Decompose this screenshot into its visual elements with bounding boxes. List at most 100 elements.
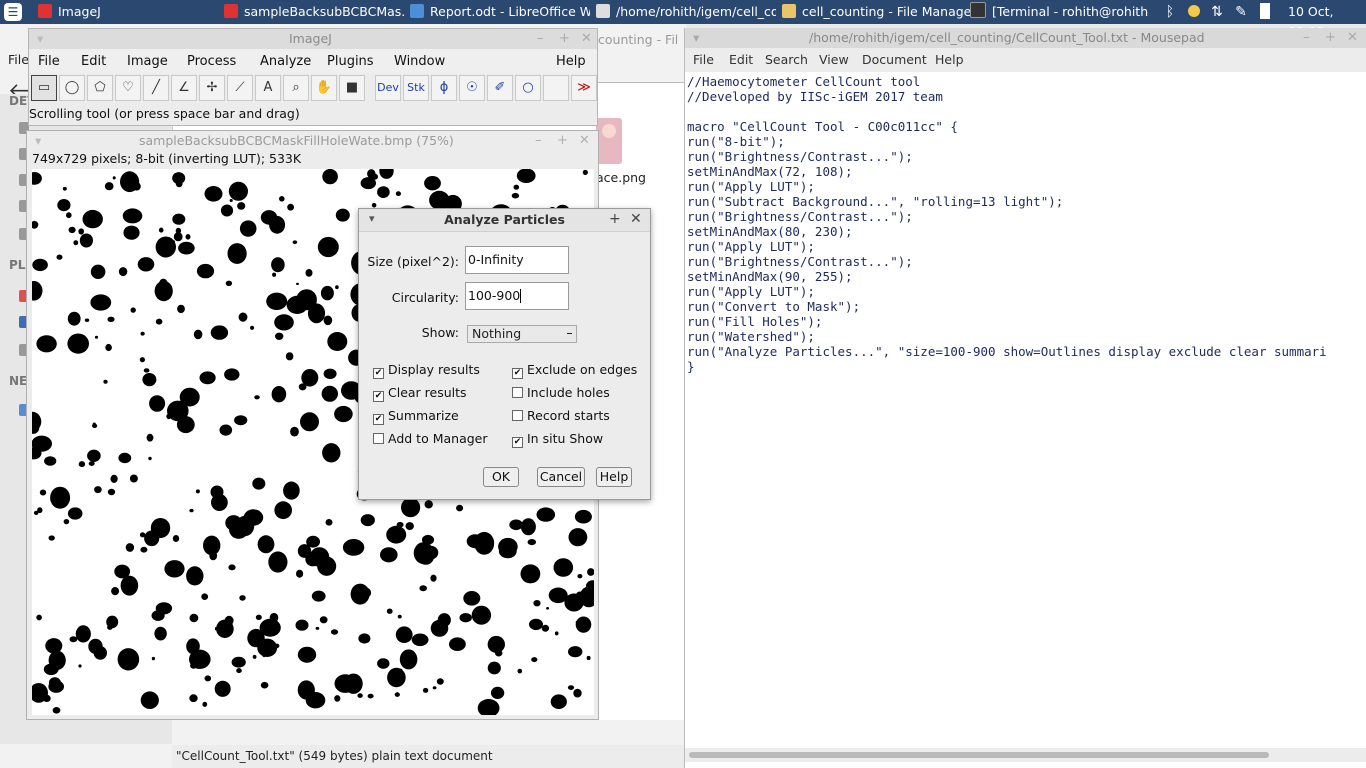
menu-document[interactable]: Document (862, 52, 927, 67)
flood-fill-tool-icon[interactable]: ☉ (459, 75, 485, 101)
battery-icon[interactable] (1258, 3, 1272, 21)
code-line[interactable]: run("Apply LUT"); (687, 179, 1366, 194)
window-menu-icon[interactable]: ▾ (35, 131, 41, 151)
code-line[interactable]: //Developed by IISc-iGEM 2017 team (687, 89, 1366, 104)
ij-menu-plugins[interactable]: Plugins (327, 54, 374, 69)
code-line[interactable] (687, 104, 1366, 119)
polygon-tool-icon[interactable]: ⬠ (87, 75, 113, 101)
checkbox-checked-icon[interactable]: ✔ (512, 437, 523, 448)
close-icon[interactable]: ✕ (630, 211, 642, 227)
freehand-tool-icon[interactable]: ♡ (115, 75, 141, 101)
text-tool-icon[interactable]: A (255, 75, 281, 101)
ij-menu-edit[interactable]: Edit (81, 54, 106, 69)
maximize-icon[interactable]: + (1325, 28, 1336, 48)
line-tool-icon[interactable]: ╱ (143, 75, 169, 101)
file-manager-menu-file[interactable]: File (8, 52, 29, 67)
checkbox-checked-icon[interactable]: ✔ (512, 368, 523, 379)
color-picker-icon[interactable]: ■ (339, 75, 365, 101)
rectangle-tool-icon[interactable]: ▭ (31, 75, 57, 101)
checkbox-icon[interactable] (512, 410, 523, 421)
minimize-icon[interactable]: – (1303, 28, 1310, 48)
option-add-to-manager[interactable]: Add to Manager (373, 431, 488, 446)
help-button[interactable]: Help (596, 467, 632, 487)
ij-menu-analyze[interactable]: Analyze (260, 54, 311, 69)
maximize-icon[interactable]: + (609, 211, 621, 227)
code-line[interactable]: setMinAndMax(80, 230); (687, 224, 1366, 239)
maximize-icon[interactable]: + (557, 131, 568, 151)
menu-edit[interactable]: Edit (729, 52, 753, 67)
window-menu-icon[interactable]: ▾ (693, 28, 699, 48)
code-line[interactable]: run("Analyze Particles...", "size=100-90… (687, 344, 1366, 359)
minimize-icon[interactable]: – (537, 29, 544, 49)
code-line[interactable]: run("Fill Holes"); (687, 314, 1366, 329)
app-menu-icon[interactable]: ☰ (4, 3, 22, 21)
ij-menu-process[interactable]: Process (187, 54, 236, 69)
editor-text-area[interactable]: //Haemocytometer CellCount tool//Develop… (687, 74, 1366, 744)
menu-view[interactable]: View (819, 52, 849, 67)
cancel-button[interactable]: Cancel (537, 467, 585, 487)
checkbox-icon[interactable] (373, 433, 384, 444)
ij-menu-window[interactable]: Window (394, 54, 445, 69)
size-input[interactable]: 0-Infinity (465, 246, 569, 274)
task-imagej[interactable]: ImageJ (38, 2, 218, 22)
empty-tool-slot[interactable] (543, 75, 569, 101)
option-exclude-on-edges[interactable]: ✔ Exclude on edges (512, 362, 637, 379)
ij-menu-help[interactable]: Help (556, 54, 586, 69)
code-line[interactable]: //Haemocytometer CellCount tool (687, 74, 1366, 89)
wand-tool-icon[interactable]: ⟋ (227, 75, 253, 101)
checkbox-checked-icon[interactable]: ✔ (373, 414, 384, 425)
ok-button[interactable]: OK (483, 467, 519, 487)
scrollbar-thumb[interactable] (689, 752, 1269, 758)
option-include-holes[interactable]: Include holes (512, 385, 610, 400)
dialog-titlebar[interactable]: ▾ Analyze Particles + ✕ (359, 209, 650, 232)
maximize-icon[interactable]: + (559, 29, 570, 49)
code-line[interactable]: run("Watershed"); (687, 329, 1366, 344)
image-thumbnail-icon[interactable] (596, 118, 622, 164)
task-libreoffice[interactable]: Report.odt - LibreOffice W... (410, 2, 590, 22)
code-line[interactable]: run("Apply LUT"); (687, 239, 1366, 254)
weather-icon[interactable] (1186, 3, 1202, 21)
code-line[interactable]: run("Brightness/Contrast..."); (687, 149, 1366, 164)
ij-menu-image[interactable]: Image (127, 54, 168, 69)
menu-help[interactable]: Help (935, 52, 964, 67)
mousepad-titlebar[interactable]: ▾ /home/rohith/igem/cell_counting/CellCo… (685, 28, 1366, 48)
code-line[interactable]: run("8-bit"); (687, 134, 1366, 149)
task-mousepad[interactable]: /home/rohith/igem/cell_co... (596, 2, 776, 22)
show-select[interactable]: Nothing ⎯ (467, 325, 577, 343)
option-clear-results[interactable]: ✔ Clear results (373, 385, 467, 402)
option-summarize[interactable]: ✔ Summarize (373, 408, 459, 425)
task-terminal[interactable]: [Terminal - rohith@rohith-... (970, 2, 1148, 22)
code-line[interactable]: run("Brightness/Contrast..."); (687, 254, 1366, 269)
network-icon[interactable]: ⇅ (1208, 3, 1226, 21)
oval-tool-icon[interactable]: ◯ (59, 75, 85, 101)
bluetooth-icon[interactable]: ᛒ (1162, 3, 1178, 21)
code-line[interactable]: setMinAndMax(72, 108); (687, 164, 1366, 179)
minimize-icon[interactable]: – (535, 131, 542, 151)
cellcount-tool-icon[interactable]: ○ (515, 75, 541, 101)
close-icon[interactable]: ✕ (581, 29, 592, 49)
menu-search[interactable]: Search (765, 52, 808, 67)
angle-tool-icon[interactable]: ∠ (171, 75, 197, 101)
menu-file[interactable]: File (693, 52, 714, 67)
code-line[interactable]: run("Brightness/Contrast..."); (687, 209, 1366, 224)
magnifier-tool-icon[interactable]: ⌕ (283, 75, 309, 101)
code-line[interactable]: run("Convert to Mask"); (687, 299, 1366, 314)
code-line[interactable]: } (687, 359, 1366, 374)
notes-icon[interactable]: ✎ (1232, 3, 1250, 21)
ij-menu-file[interactable]: File (38, 54, 60, 69)
close-icon[interactable]: ✕ (579, 131, 590, 151)
task-image-window[interactable]: sampleBacksubBCBCMas... (224, 2, 404, 22)
code-line[interactable]: run("Apply LUT"); (687, 284, 1366, 299)
option-in-situ-show[interactable]: ✔ In situ Show (512, 431, 603, 448)
checkbox-checked-icon[interactable]: ✔ (373, 391, 384, 402)
checkbox-checked-icon[interactable]: ✔ (373, 368, 384, 379)
checkbox-icon[interactable] (512, 387, 523, 398)
code-line[interactable]: macro "CellCount Tool - C00c011cc" { (687, 119, 1366, 134)
option-display-results[interactable]: ✔ Display results (373, 362, 480, 379)
scroll-tool-icon[interactable]: ✋ (311, 75, 337, 101)
stk-menu-tool[interactable]: Stk (403, 75, 429, 101)
window-menu-icon[interactable]: ▾ (37, 29, 43, 49)
pencil-tool-icon[interactable]: ✐ (487, 75, 513, 101)
code-line[interactable]: run("Subtract Background...", "rolling=1… (687, 194, 1366, 209)
close-icon[interactable]: ✕ (1347, 28, 1358, 48)
